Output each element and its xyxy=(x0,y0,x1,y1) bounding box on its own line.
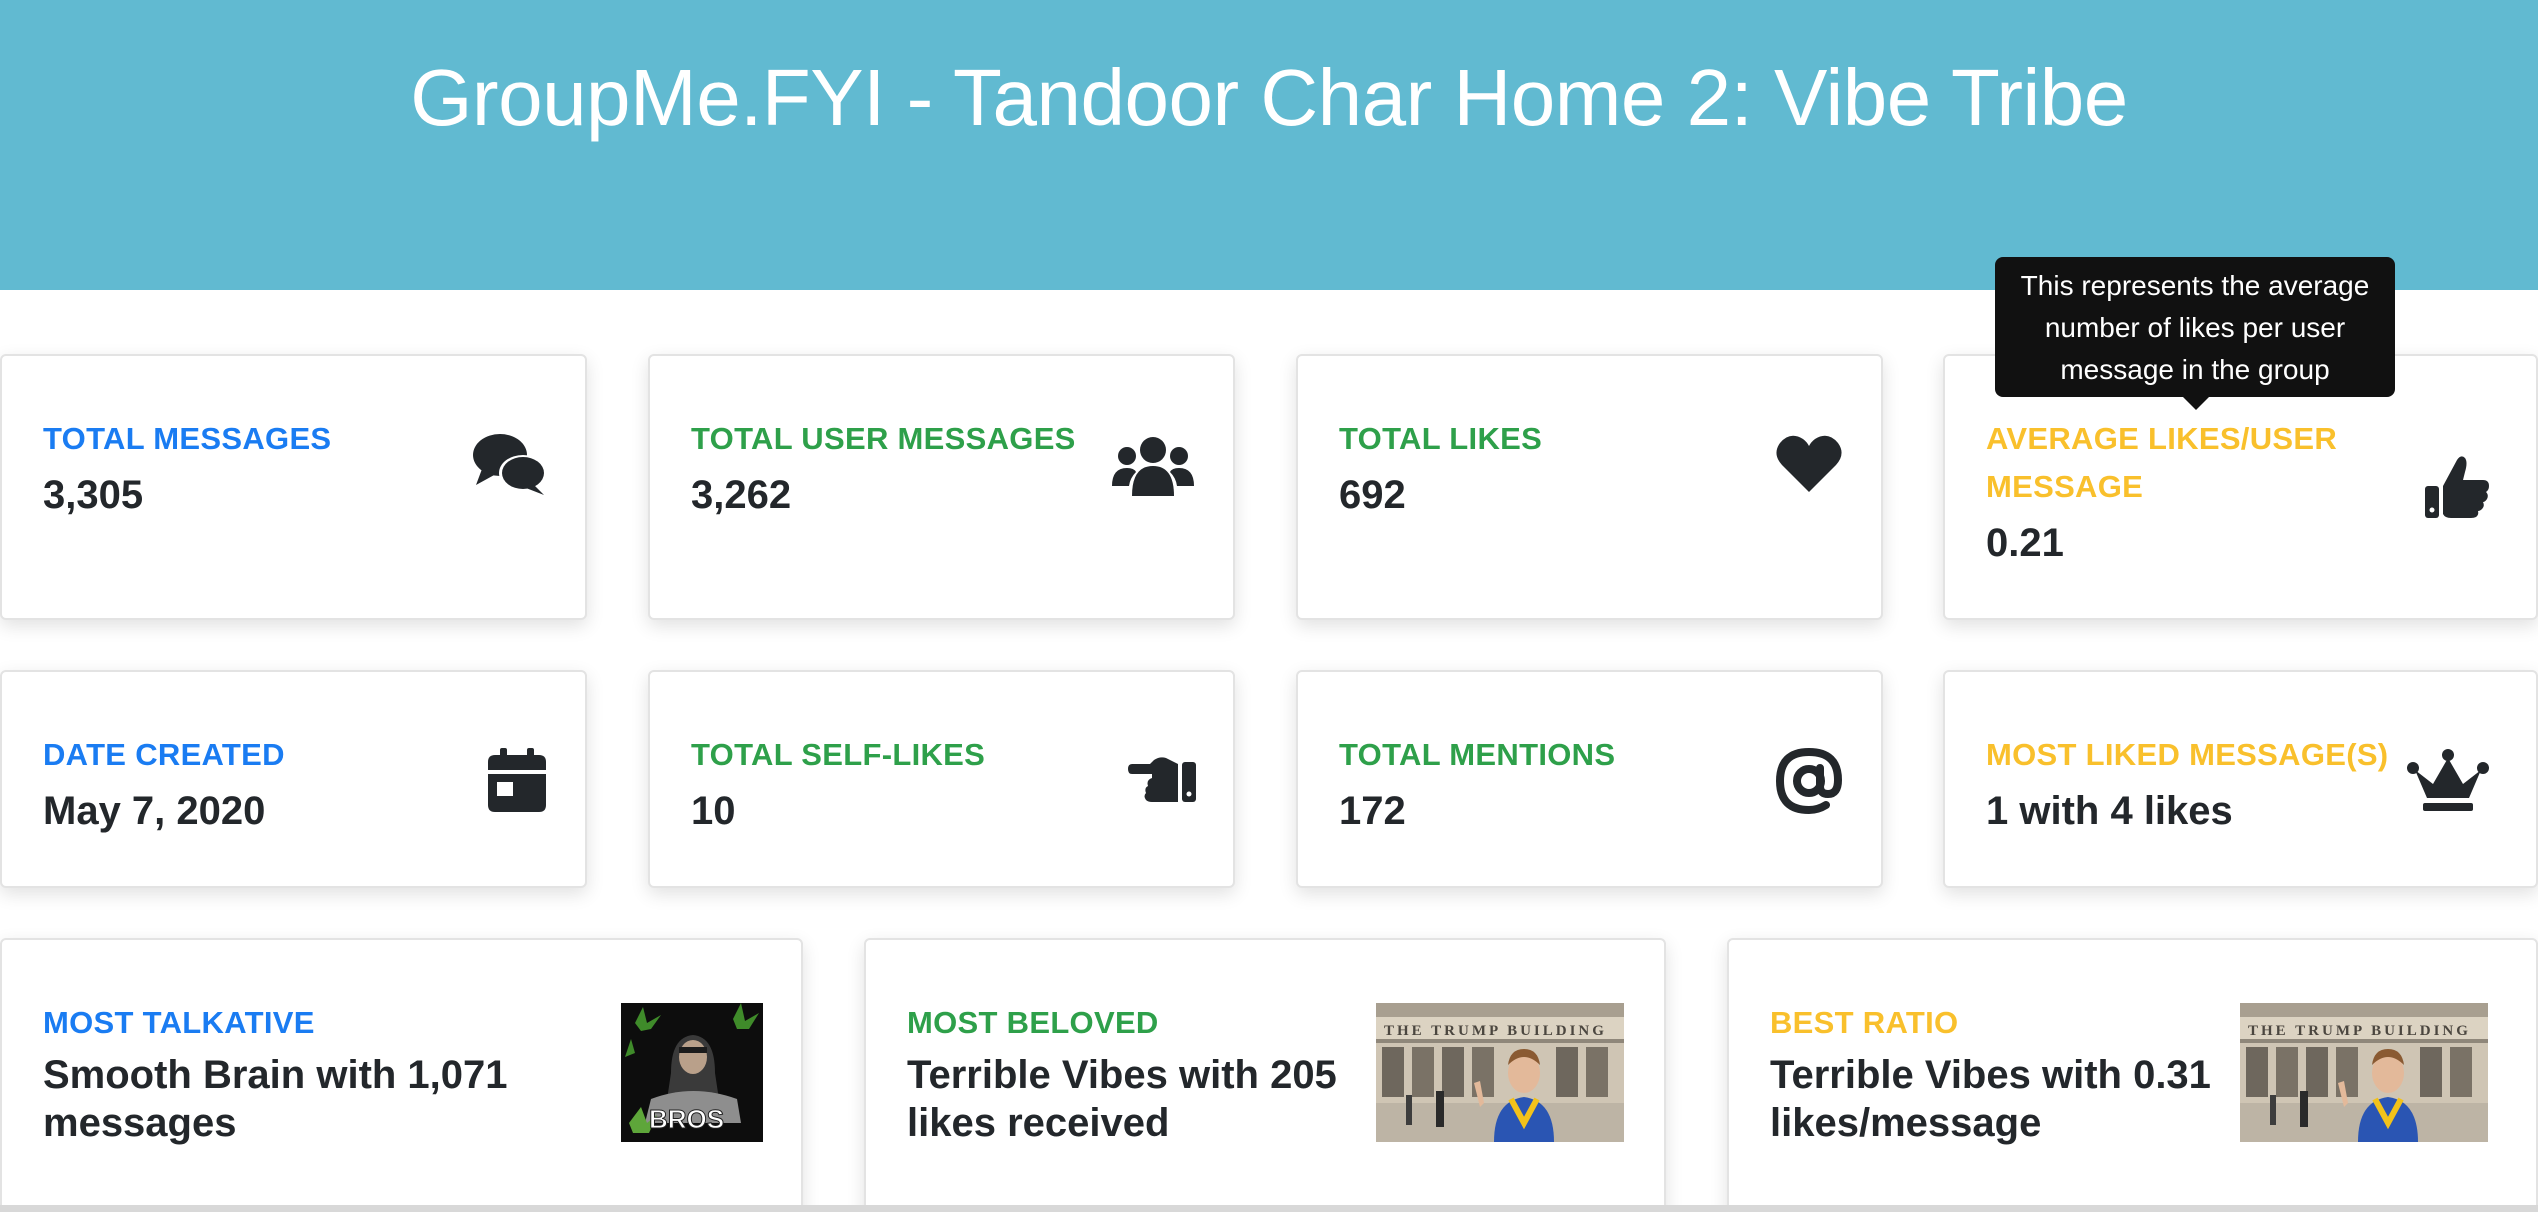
hand-point-left-icon xyxy=(1128,756,1196,804)
stat-label-line2: MESSAGE xyxy=(1986,469,2144,504)
stat-card-total-self-likes: TOTAL SELF-LIKES 10 xyxy=(648,670,1235,888)
leader-label: MOST TALKATIVE xyxy=(43,1005,315,1040)
leader-card-most-talkative: MOST TALKATIVE Smooth Brain with 1,071 m… xyxy=(0,938,803,1212)
leader-value-line1: Terrible Vibes with 205 xyxy=(907,1053,1337,1097)
leader-label: MOST BELOVED xyxy=(907,1005,1159,1040)
stat-label: TOTAL MESSAGES xyxy=(43,421,332,456)
stat-card-total-user-messages: TOTAL USER MESSAGES 3,262 xyxy=(648,354,1235,620)
stat-value: 172 xyxy=(1339,789,1406,833)
heart-icon xyxy=(1776,434,1842,494)
leader-value-line1: Terrible Vibes with 0.31 xyxy=(1770,1053,2211,1097)
stat-label: TOTAL MENTIONS xyxy=(1339,737,1616,772)
stat-label: TOTAL LIKES xyxy=(1339,421,1543,456)
header-banner: GroupMe.FYI - Tandoor Char Home 2: Vibe … xyxy=(0,0,2538,290)
stat-label: TOTAL USER MESSAGES xyxy=(691,421,1076,456)
stat-card-date-created: DATE CREATED May 7, 2020 xyxy=(0,670,587,888)
users-icon xyxy=(1112,434,1194,496)
leader-value-line2: likes received xyxy=(907,1101,1170,1145)
avatar-smooth-brain[interactable]: BROS xyxy=(621,1003,763,1142)
stat-value: 3,262 xyxy=(691,473,792,517)
stat-card-most-liked: MOST LIKED MESSAGE(S) 1 with 4 likes xyxy=(1943,670,2538,888)
tooltip-line: This represents the average xyxy=(2020,270,2370,301)
avatar-text: THE TRUMP BUILDING xyxy=(1384,1023,1607,1039)
avatar-terrible-vibes[interactable]: THE TRUMP BUILDING xyxy=(1376,1003,1624,1142)
comments-icon xyxy=(472,431,548,497)
stat-label: DATE CREATED xyxy=(43,737,285,772)
stat-value: 0.21 xyxy=(1986,521,2064,565)
at-icon xyxy=(1776,748,1842,814)
stat-label-line1: AVERAGE LIKES/USER xyxy=(1986,421,2338,456)
stat-value: 10 xyxy=(691,789,736,833)
thumbs-up-icon xyxy=(2423,452,2491,520)
horizontal-scrollbar[interactable] xyxy=(0,1205,2538,1212)
stat-value: 3,305 xyxy=(43,473,144,517)
leader-value-line2: messages xyxy=(43,1101,237,1145)
page-title: GroupMe.FYI - Tandoor Char Home 2: Vibe … xyxy=(410,53,2128,142)
leader-label: BEST RATIO xyxy=(1770,1005,1959,1040)
avatar-text: THE TRUMP BUILDING xyxy=(2248,1023,2471,1039)
stat-value: 1 with 4 likes xyxy=(1986,789,2233,833)
stat-card-total-messages: TOTAL MESSAGES 3,305 xyxy=(0,354,587,620)
tooltip-arrow xyxy=(2183,397,2209,410)
crown-icon xyxy=(2407,748,2489,814)
leader-card-best-ratio: BEST RATIO Terrible Vibes with 0.31 like… xyxy=(1727,938,2538,1212)
leader-card-most-beloved: MOST BELOVED Terrible Vibes with 205 lik… xyxy=(864,938,1666,1212)
leader-value-line2: likes/message xyxy=(1770,1101,2042,1145)
calendar-icon xyxy=(488,748,546,812)
tooltip-line: message in the group xyxy=(2060,354,2330,385)
leader-value-line1: Smooth Brain with 1,071 xyxy=(43,1053,508,1097)
page: GroupMe.FYI - Tandoor Char Home 2: Vibe … xyxy=(0,0,2538,1212)
stat-card-total-likes: TOTAL LIKES 692 xyxy=(1296,354,1883,620)
avatar-terrible-vibes[interactable]: THE TRUMP BUILDING xyxy=(2239,1003,2489,1142)
stat-label: TOTAL SELF-LIKES xyxy=(691,737,986,772)
stat-value: May 7, 2020 xyxy=(43,789,266,833)
tooltip-line: number of likes per user xyxy=(2044,312,2346,343)
avatar-text: BROS xyxy=(649,1104,724,1134)
stat-label: MOST LIKED MESSAGE(S) xyxy=(1986,737,2389,772)
stat-value: 692 xyxy=(1339,473,1406,517)
stat-card-total-mentions: TOTAL MENTIONS 172 xyxy=(1296,670,1883,888)
average-likes-tooltip: This represents the average number of li… xyxy=(1995,257,2395,397)
